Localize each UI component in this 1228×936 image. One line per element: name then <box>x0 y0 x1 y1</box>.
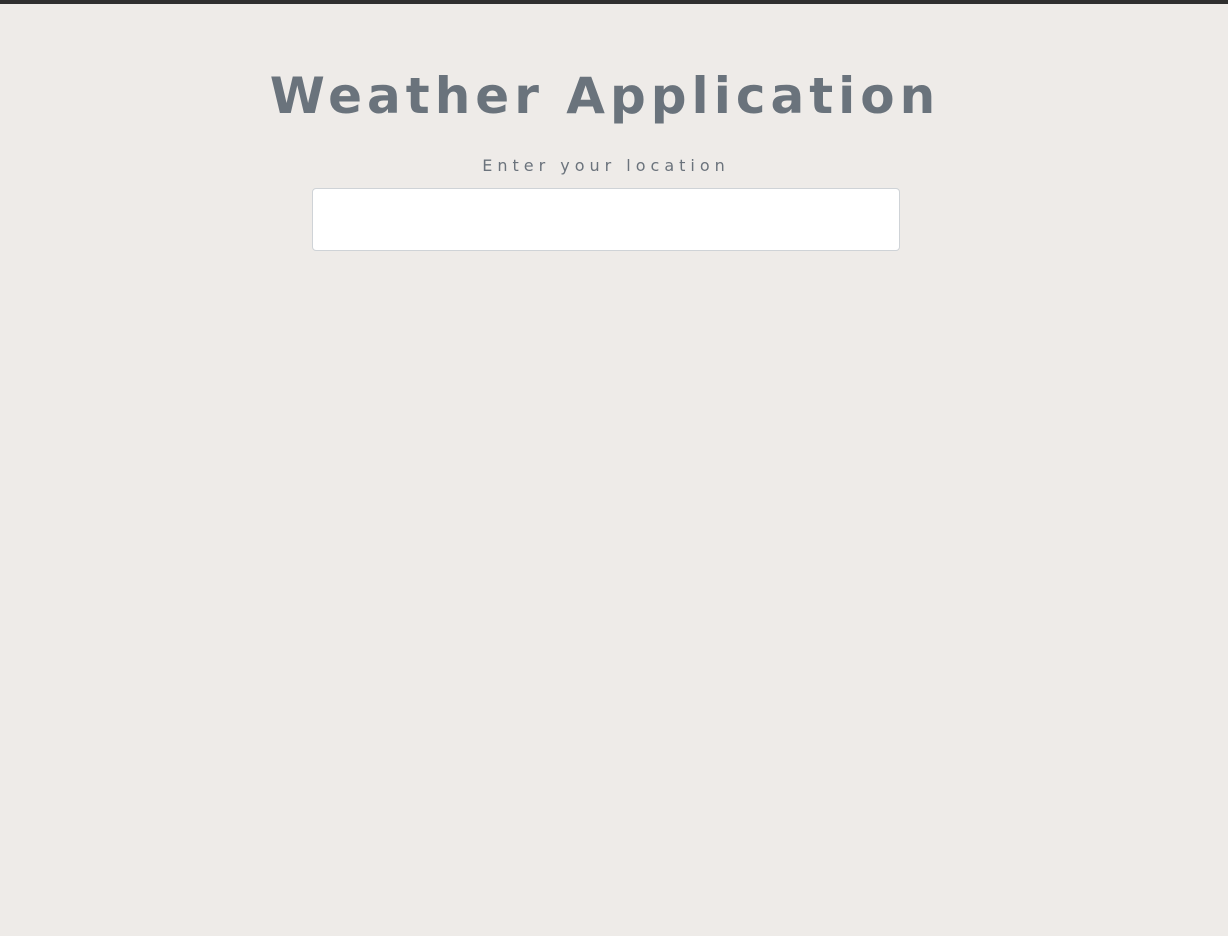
location-label: Enter your location <box>482 156 730 175</box>
location-input[interactable] <box>312 188 900 251</box>
page-title: Weather Application <box>269 67 941 125</box>
window-top-border <box>0 0 1228 4</box>
